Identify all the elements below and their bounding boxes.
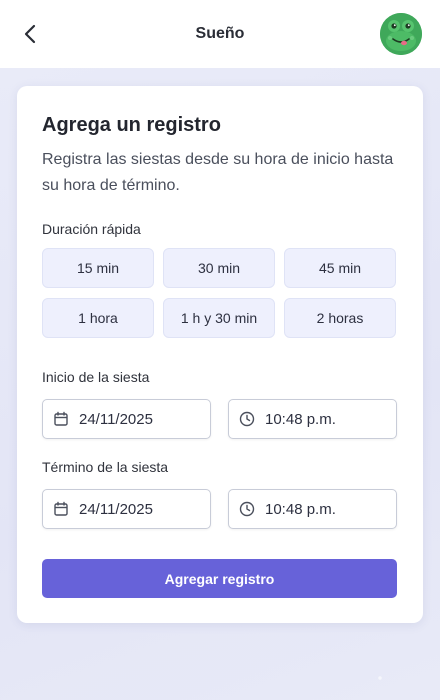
top-bar: Sueño <box>0 0 440 68</box>
quick-option-15-min[interactable]: 15 min <box>42 248 154 288</box>
card-description: Registra las siestas desde su hora de in… <box>42 151 394 194</box>
add-record-button[interactable]: Agregar registro <box>42 559 397 598</box>
quick-option-1-hora[interactable]: 1 hora <box>42 298 154 338</box>
calendar-icon <box>53 411 69 427</box>
start-date-field[interactable]: 24/11/2025 <box>42 399 211 439</box>
start-label: Inicio de la siesta <box>42 369 150 385</box>
end-date-value: 24/11/2025 <box>79 500 153 518</box>
end-date-field[interactable]: 24/11/2025 <box>42 489 211 529</box>
frog-avatar-icon <box>380 13 422 55</box>
start-date-value: 24/11/2025 <box>79 410 153 428</box>
end-time-value: 10:48 p.m. <box>265 500 336 518</box>
clock-icon <box>239 411 255 427</box>
back-button[interactable] <box>16 20 44 48</box>
chevron-left-icon <box>24 24 36 44</box>
quick-duration-grid: 15 min 30 min 45 min 1 hora 1 h y 30 min… <box>42 248 398 338</box>
calendar-icon <box>53 501 69 517</box>
start-time-field[interactable]: 10:48 p.m. <box>228 399 397 439</box>
quick-option-45-min[interactable]: 45 min <box>284 248 396 288</box>
end-fields: 24/11/2025 10:48 p.m. <box>42 489 398 529</box>
end-time-field[interactable]: 10:48 p.m. <box>228 489 397 529</box>
page-title: Sueño <box>195 25 245 42</box>
card-title: Agrega un registro <box>42 114 221 136</box>
start-time-value: 10:48 p.m. <box>265 410 336 428</box>
quick-duration-label: Duración rápida <box>42 221 141 237</box>
start-fields: 24/11/2025 10:48 p.m. <box>42 399 398 439</box>
quick-option-1-h-30-min[interactable]: 1 h y 30 min <box>163 298 275 338</box>
avatar[interactable] <box>380 13 422 55</box>
clock-icon <box>239 501 255 517</box>
end-label: Término de la siesta <box>42 459 169 475</box>
quick-option-30-min[interactable]: 30 min <box>163 248 275 288</box>
add-record-card: Agrega un registro Registra las siestas … <box>17 86 423 623</box>
quick-option-2-horas[interactable]: 2 horas <box>284 298 396 338</box>
